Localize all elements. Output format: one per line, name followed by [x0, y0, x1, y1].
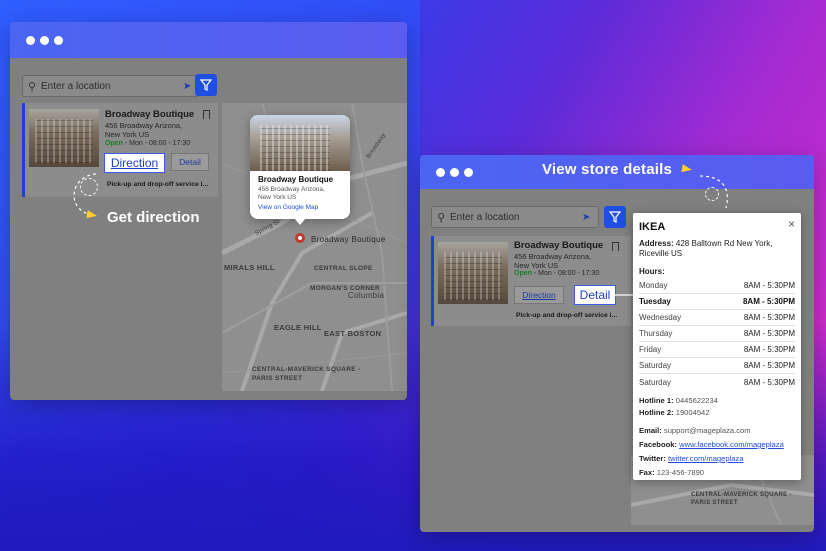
hotline-2: Hotline 2: 19004542 [639, 408, 710, 417]
store-name: Broadway Boutique [105, 109, 195, 120]
get-direction-caption: Get direction [107, 209, 200, 226]
window-title-bar: View store details [420, 155, 814, 189]
details-address: Address: 428 Balltown Rd New York, Ricev… [639, 239, 773, 258]
map-label: CENTRAL SLOPE [314, 265, 373, 272]
cursor-icon [86, 210, 98, 220]
hours-row: Wednesday 8AM - 5:30PM [639, 310, 795, 326]
direction-button[interactable]: Direction [104, 153, 165, 173]
details-title: IKEA [639, 221, 666, 233]
bookmark-icon[interactable] [203, 110, 210, 119]
direction-button[interactable]: Direction [514, 286, 564, 304]
window-title: View store details [541, 161, 673, 178]
filter-button[interactable] [195, 74, 217, 96]
search-placeholder[interactable]: Enter a location [41, 81, 183, 92]
store-photo [29, 109, 99, 167]
filter-icon [609, 211, 621, 223]
store-card[interactable]: Broadway Boutique 456 Broadway Arizona, … [431, 236, 631, 326]
window-dot [26, 35, 35, 45]
detail-button[interactable]: Detail [171, 153, 209, 171]
location-search[interactable]: ⚲ Enter a location ➤ [22, 75, 200, 97]
search-icon: ⚲ [27, 80, 37, 93]
facebook-link[interactable]: www.facebook.com/mageplaza [679, 440, 784, 449]
popup-store-address: 456 Broadway Arizona, New York US [258, 186, 325, 201]
email: Email: support@mageplaza.com [639, 426, 751, 435]
hours-row: Friday 8AM - 5:30PM [639, 342, 795, 358]
map-label: CENTRAL-MAVERICK SQUARE - PARIS STREET [252, 366, 361, 382]
locate-arrow-icon[interactable]: ➤ [582, 212, 598, 223]
popup-store-photo [250, 115, 350, 171]
pickup-note: Pick-up and drop-off service i... [107, 181, 209, 188]
popup-pointer [294, 218, 306, 225]
store-photo [438, 242, 508, 304]
hours-table: Monday 8AM - 5:30PM Tuesday 8AM - 5:30PM W… [639, 278, 795, 390]
store-hours: Open - Mon - 08:00 - 17:30 [105, 140, 191, 147]
hours-row: Saturday 8AM - 5:30PM [639, 377, 795, 387]
store-hours: Open - Mon - 08:00 - 17:30 [514, 270, 600, 277]
hours-heading: Hours: [639, 267, 665, 276]
pickup-note: Pick-up and drop-off service i... [516, 312, 618, 319]
store-address: 456 Broadway Arizona, New York US [514, 252, 592, 270]
search-icon: ⚲ [436, 211, 446, 224]
detail-button[interactable]: Detail [574, 285, 616, 305]
facebook: Facebook: www.facebook.com/mageplaza [639, 440, 784, 449]
close-icon[interactable]: × [788, 217, 795, 231]
map-label: Columbia [348, 291, 385, 300]
window-dot [40, 35, 49, 45]
twitter: Twitter: twitter.com/mageplaza [639, 454, 744, 463]
popup-store-name: Broadway Boutique [258, 175, 334, 184]
window-title-bar [10, 22, 407, 58]
fax: Fax: 123-456-7890 [639, 468, 705, 477]
map-label: MIRALS HILL [224, 263, 275, 272]
twitter-link[interactable]: twitter.com/mageplaza [668, 454, 744, 463]
dashed-arrow [699, 175, 728, 209]
store-name: Broadway Boutique [514, 240, 604, 251]
hours-row: Tuesday 8AM - 5:30PM [639, 294, 795, 310]
map-pin-label: Broadway Boutique [311, 235, 386, 244]
map-label: EAGLE HILL [274, 323, 322, 332]
hours-row: Saturday 8AM - 5:30PM [639, 358, 795, 374]
bookmark-icon[interactable] [612, 242, 619, 251]
hours-row: Monday 8AM - 5:30PM [639, 278, 795, 294]
filter-icon [200, 79, 212, 91]
cursor-icon [681, 164, 693, 174]
search-placeholder[interactable]: Enter a location [450, 212, 582, 223]
map-label: EAST BOSTON [324, 329, 382, 338]
store-popup[interactable]: Broadway Boutique 456 Broadway Arizona, … [250, 115, 350, 225]
google-map-link[interactable]: View on Google Map [258, 204, 318, 211]
map-label: CENTRAL-MAVERICK SQUARE - PARIS STREET [691, 492, 792, 506]
contact-info: Hotline 1: 0445622234 Hotline 2: 1900454… [639, 394, 795, 480]
location-search[interactable]: ⚲ Enter a location ➤ [431, 206, 599, 228]
store-card[interactable]: Broadway Boutique 456 Broadway Arizona, … [22, 103, 218, 197]
store-address: 456 Broadway Arizona, New York US [105, 121, 183, 139]
connector-line [615, 294, 635, 296]
store-details-panel: IKEA × Address: 428 Balltown Rd New York… [633, 213, 801, 480]
window-dot [54, 35, 63, 45]
filter-button[interactable] [604, 206, 626, 228]
hours-row: Thursday 8AM - 5:30PM [639, 326, 795, 342]
